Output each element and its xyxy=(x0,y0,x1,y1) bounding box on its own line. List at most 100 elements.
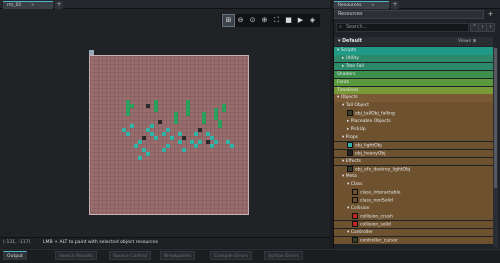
fit-screen-icon[interactable]: ⛶ xyxy=(271,15,282,26)
resource-tree-item[interactable]: ▾ Objects xyxy=(334,94,493,102)
resource-tree-item[interactable]: ▾ Props xyxy=(334,133,493,142)
light-object-instance[interactable] xyxy=(210,144,214,148)
resource-label: collision_solid xyxy=(360,222,391,228)
zoom-in-icon[interactable]: ⊕ xyxy=(259,15,270,26)
search-input[interactable]: Search... xyxy=(336,23,469,32)
resource-tree-item[interactable]: ▸ Placeable Objects xyxy=(334,118,493,126)
tab-search-results[interactable]: Search Results xyxy=(55,251,97,260)
resource-tree-item[interactable]: class_interactable xyxy=(334,189,493,197)
resource-tree-item[interactable]: controller_cursor xyxy=(334,236,493,245)
light-object-instance[interactable] xyxy=(166,128,170,132)
resource-tree-item[interactable]: ▸ PickUp xyxy=(334,126,493,134)
room-canvas[interactable] xyxy=(89,55,249,215)
resource-tree-item[interactable]: class_nonSolid xyxy=(334,197,493,205)
tall-object-instance[interactable] xyxy=(186,112,190,116)
resource-label: ▸ PickUp xyxy=(347,127,366,132)
light-object-instance[interactable] xyxy=(194,132,198,136)
light-object-instance[interactable] xyxy=(178,132,182,136)
resource-tree-item[interactable]: Shaders xyxy=(334,70,493,79)
add-tab-icon[interactable]: + xyxy=(391,1,399,9)
light-object-instance[interactable] xyxy=(178,140,182,144)
heavy-object-instance[interactable] xyxy=(146,104,150,108)
tab-rm-01[interactable]: rm_01 × xyxy=(3,1,53,9)
tab-syntax-errors[interactable]: Syntax Errors xyxy=(264,251,303,260)
tall-object-instance[interactable] xyxy=(126,112,130,116)
tall-object-instance[interactable] xyxy=(174,120,178,124)
zoom-out-icon[interactable]: ⊖ xyxy=(235,15,246,26)
resource-label: obj_tallObj_falling xyxy=(355,111,395,117)
light-object-instance[interactable] xyxy=(130,124,134,128)
grid-icon[interactable]: ⊞ xyxy=(222,14,235,27)
resource-tree-item[interactable]: Timelines xyxy=(334,86,493,95)
resource-tree-item[interactable]: ▾ Class xyxy=(334,181,493,189)
resource-tree-item[interactable]: obj_efx_destroy_lightObj xyxy=(334,165,493,174)
light-object-instance[interactable] xyxy=(162,132,166,136)
next-icon[interactable]: › xyxy=(486,23,495,32)
resource-label: ▾ Meta xyxy=(342,174,357,180)
resource-label: ▾ Tall Object xyxy=(342,103,370,109)
tall-object-instance[interactable] xyxy=(202,120,206,124)
resource-tree-item[interactable]: Fonts xyxy=(334,78,493,87)
tall-object-instance[interactable] xyxy=(218,124,222,128)
resource-tree-item[interactable]: ▾ Collision xyxy=(334,205,493,213)
tall-object-instance[interactable] xyxy=(130,104,134,108)
resource-tree-item[interactable]: collision_solid xyxy=(334,220,493,229)
tall-object-instance[interactable] xyxy=(222,108,226,112)
resource-tree-item[interactable]: ▸ Utility xyxy=(334,54,493,63)
resources-dropdown[interactable]: Resources xyxy=(334,10,484,19)
add-tab-icon[interactable]: + xyxy=(55,1,63,9)
tab-source-control[interactable]: Source Control xyxy=(109,251,151,260)
close-icon[interactable]: × xyxy=(31,3,35,8)
resource-thumbnail-icon xyxy=(352,236,358,243)
scrollbar-thumb[interactable] xyxy=(494,48,497,188)
tall-object-instance[interactable] xyxy=(154,108,158,112)
resource-tree-item[interactable]: ▾ Scripts xyxy=(334,47,493,55)
light-object-instance[interactable] xyxy=(170,136,174,140)
resource-tree-item[interactable]: obj_lightObj xyxy=(334,141,493,150)
resource-tree-item[interactable]: obj_tallObj_falling xyxy=(334,110,493,118)
resource-tree-item[interactable]: ▸ Tree Fall xyxy=(334,62,493,71)
layer-view-icon[interactable]: ◈ xyxy=(307,15,318,26)
light-object-instance[interactable] xyxy=(194,144,198,148)
resource-tree-item[interactable]: ▾ Meta xyxy=(334,173,493,181)
add-icon[interactable]: + xyxy=(486,10,495,19)
heavy-object-instance[interactable] xyxy=(158,120,162,124)
stop-icon[interactable]: ■ xyxy=(283,15,294,26)
light-object-instance[interactable] xyxy=(138,156,142,160)
light-object-instance[interactable] xyxy=(134,144,138,148)
tab-resources[interactable]: Resources × xyxy=(334,1,389,9)
resource-thumbnail-icon xyxy=(352,212,358,219)
light-object-instance[interactable] xyxy=(126,132,130,136)
resource-thumbnail-icon xyxy=(347,141,353,148)
heavy-object-instance[interactable] xyxy=(182,136,186,140)
light-object-instance[interactable] xyxy=(198,140,202,144)
tab-breakpoints[interactable]: Breakpoints xyxy=(160,251,196,260)
resource-tree-item[interactable]: ▾ Effects xyxy=(334,157,493,166)
heavy-object-instance[interactable] xyxy=(142,136,146,140)
light-object-instance[interactable] xyxy=(150,124,154,128)
light-object-instance[interactable] xyxy=(154,136,158,140)
resource-label: ▸ Placeable Objects xyxy=(347,119,391,125)
light-object-instance[interactable] xyxy=(214,140,218,144)
resource-tree-item[interactable]: ▾ Controller xyxy=(334,228,493,237)
resource-label: obj_lightObj xyxy=(355,143,382,149)
heavy-object-instance[interactable] xyxy=(198,128,202,132)
resource-tree-item[interactable]: ▾ Tall Object xyxy=(334,102,493,110)
light-object-instance[interactable] xyxy=(182,148,186,152)
resource-label: ▾ Collision xyxy=(347,206,370,211)
light-object-instance[interactable] xyxy=(146,152,150,156)
play-icon[interactable]: ▶ xyxy=(295,15,306,26)
light-object-instance[interactable] xyxy=(166,144,170,148)
light-object-instance[interactable] xyxy=(138,140,142,144)
resource-tree-item[interactable]: obj_heavyObj xyxy=(334,149,493,158)
views-button[interactable]: Views ⊞ xyxy=(458,37,476,46)
close-icon[interactable]: × xyxy=(371,3,375,8)
light-object-instance[interactable] xyxy=(162,148,166,152)
tab-output[interactable]: Output xyxy=(3,251,27,260)
resource-thumbnail-icon xyxy=(352,189,358,196)
tab-compile-errors[interactable]: Compile Errors xyxy=(210,251,252,260)
resource-label: controller_cursor xyxy=(360,238,398,244)
light-object-instance[interactable] xyxy=(230,144,234,148)
zoom-reset-icon[interactable]: ⊙ xyxy=(247,15,258,26)
resource-tree-item[interactable]: collision_crush xyxy=(334,212,493,221)
